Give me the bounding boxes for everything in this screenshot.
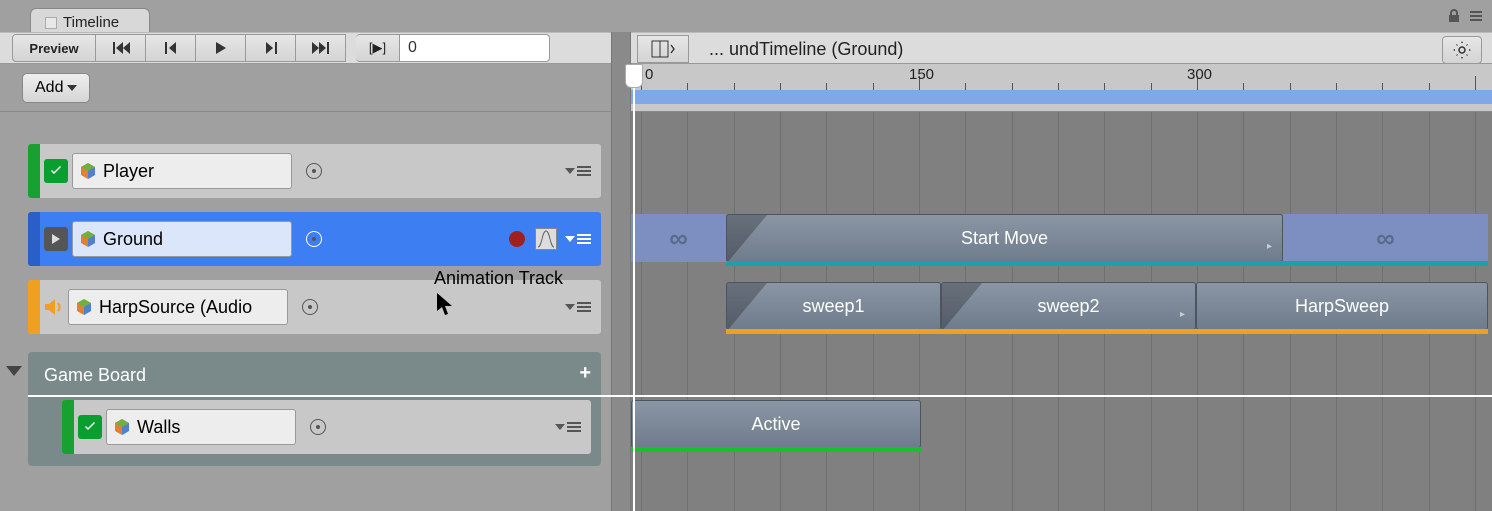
clip-row-harp: sweep1 sweep2 ▸ HarpSweep bbox=[631, 280, 1492, 334]
ease-in-icon bbox=[727, 215, 767, 262]
binding-field[interactable]: Player bbox=[72, 153, 292, 189]
track-walls[interactable]: Walls bbox=[62, 400, 591, 454]
tab-label: Timeline bbox=[63, 14, 119, 31]
pre-extrapolate[interactable]: ∞ bbox=[631, 214, 726, 262]
audio-icon-wrap bbox=[40, 296, 68, 318]
track-menu-icon[interactable] bbox=[565, 233, 591, 245]
infinity-icon: ∞ bbox=[1376, 223, 1395, 254]
check-icon bbox=[49, 164, 63, 178]
tab-timeline[interactable]: Timeline bbox=[30, 8, 150, 32]
infinity-icon: ∞ bbox=[669, 223, 688, 254]
next-frame-button[interactable] bbox=[246, 34, 296, 62]
clip-active[interactable]: Active bbox=[631, 400, 921, 448]
binding-field[interactable]: Ground bbox=[72, 221, 292, 257]
binding-picker-icon[interactable] bbox=[306, 231, 322, 247]
clip-loop-icon: ▸ bbox=[1180, 309, 1185, 320]
clip-sweep1[interactable]: sweep1 bbox=[726, 282, 941, 330]
group-header[interactable]: Game Board + bbox=[28, 352, 601, 398]
tracks-pane: Player Ground Ha bbox=[0, 112, 611, 511]
track-player[interactable]: Player bbox=[28, 144, 601, 198]
clips-pane[interactable]: ∞ Start Move ▸ ∞ sweep1 sweep2 ▸ HarpSwe… bbox=[631, 112, 1492, 511]
panel-menu-icon[interactable] bbox=[1468, 8, 1484, 24]
clip-row-player bbox=[631, 144, 1492, 198]
track-color bbox=[28, 212, 40, 266]
track-color bbox=[28, 144, 40, 198]
clip-sweep2[interactable]: sweep2 ▸ bbox=[941, 282, 1196, 330]
panel-lock-row bbox=[1446, 8, 1484, 24]
binding-picker-icon[interactable] bbox=[306, 163, 322, 179]
binding-picker-icon[interactable] bbox=[310, 419, 326, 435]
ease-in-icon bbox=[727, 283, 767, 330]
track-underline bbox=[726, 261, 1488, 266]
track-menu-icon[interactable] bbox=[565, 165, 591, 177]
enable-toggle[interactable] bbox=[78, 415, 102, 439]
track-menu-icon[interactable] bbox=[565, 301, 591, 313]
time-ruler[interactable]: 0 150 300 bbox=[631, 64, 1492, 112]
pane-splitter[interactable] bbox=[611, 32, 631, 511]
check-icon bbox=[83, 420, 97, 434]
preview-button[interactable]: Preview bbox=[12, 34, 96, 62]
prev-frame-button[interactable] bbox=[146, 34, 196, 62]
tooltip: Animation Track bbox=[434, 268, 563, 289]
binding-field[interactable]: Walls bbox=[106, 409, 296, 445]
cursor-icon bbox=[436, 292, 456, 318]
track-menu-icon[interactable] bbox=[555, 421, 581, 433]
curves-icon bbox=[536, 229, 556, 249]
record-button[interactable] bbox=[509, 231, 525, 247]
speaker-icon bbox=[43, 296, 65, 318]
clip-harpsweep[interactable]: HarpSweep bbox=[1196, 282, 1488, 330]
clip-row-walls: Active bbox=[631, 398, 1492, 452]
track-color bbox=[28, 280, 40, 334]
toolbar: Preview [▶] 0 ... undTimeline (Ground) bbox=[0, 32, 1492, 64]
tab-icon bbox=[45, 17, 57, 29]
play-icon bbox=[51, 233, 61, 245]
right-toolbar: ... undTimeline (Ground) bbox=[631, 33, 1492, 65]
post-extrapolate[interactable]: ∞ bbox=[1283, 214, 1488, 262]
timeline-range bbox=[631, 90, 1492, 104]
lock-icon[interactable] bbox=[1446, 8, 1462, 24]
drop-indicator bbox=[28, 395, 1492, 397]
edit-mode-button[interactable] bbox=[637, 35, 689, 63]
gear-icon bbox=[1453, 41, 1471, 59]
goto-start-button[interactable] bbox=[96, 34, 146, 62]
clip-start-move[interactable]: Start Move ▸ bbox=[726, 214, 1283, 262]
track-ground[interactable]: Ground bbox=[28, 212, 601, 266]
ruler-numbers: 0 150 300 bbox=[631, 64, 1492, 90]
curves-button[interactable] bbox=[535, 228, 557, 250]
gameobject-icon bbox=[75, 298, 93, 316]
track-underline bbox=[631, 447, 921, 452]
binding-field[interactable]: HarpSource (Audio bbox=[68, 289, 288, 325]
chevron-down-icon bbox=[67, 84, 77, 92]
add-child-track-button[interactable]: + bbox=[579, 362, 591, 385]
binding-picker-icon[interactable] bbox=[302, 299, 318, 315]
playhead-line bbox=[633, 64, 635, 511]
breadcrumb[interactable]: ... undTimeline (Ground) bbox=[709, 39, 903, 60]
goto-end-button[interactable] bbox=[296, 34, 346, 62]
clip-row-ground: ∞ Start Move ▸ ∞ bbox=[631, 212, 1492, 266]
ease-in-icon bbox=[942, 283, 982, 330]
track-underline bbox=[726, 329, 1488, 334]
track-color bbox=[62, 400, 74, 454]
gameobject-icon bbox=[79, 230, 97, 248]
enable-toggle[interactable] bbox=[44, 159, 68, 183]
clip-loop-icon: ▸ bbox=[1267, 241, 1272, 252]
avatar-toggle[interactable] bbox=[44, 227, 68, 251]
tab-bar: Timeline bbox=[0, 0, 1492, 32]
frame-field[interactable]: 0 bbox=[400, 34, 550, 62]
gameobject-icon bbox=[79, 162, 97, 180]
chevron-down-icon[interactable] bbox=[6, 366, 22, 376]
gameobject-icon bbox=[113, 418, 131, 436]
settings-button[interactable] bbox=[1442, 36, 1482, 64]
play-button[interactable] bbox=[196, 34, 246, 62]
playhead-handle[interactable] bbox=[625, 64, 643, 88]
play-range-button[interactable]: [▶] bbox=[356, 34, 400, 62]
add-track-button[interactable]: Add bbox=[22, 73, 90, 103]
group-body: Walls bbox=[28, 398, 601, 466]
